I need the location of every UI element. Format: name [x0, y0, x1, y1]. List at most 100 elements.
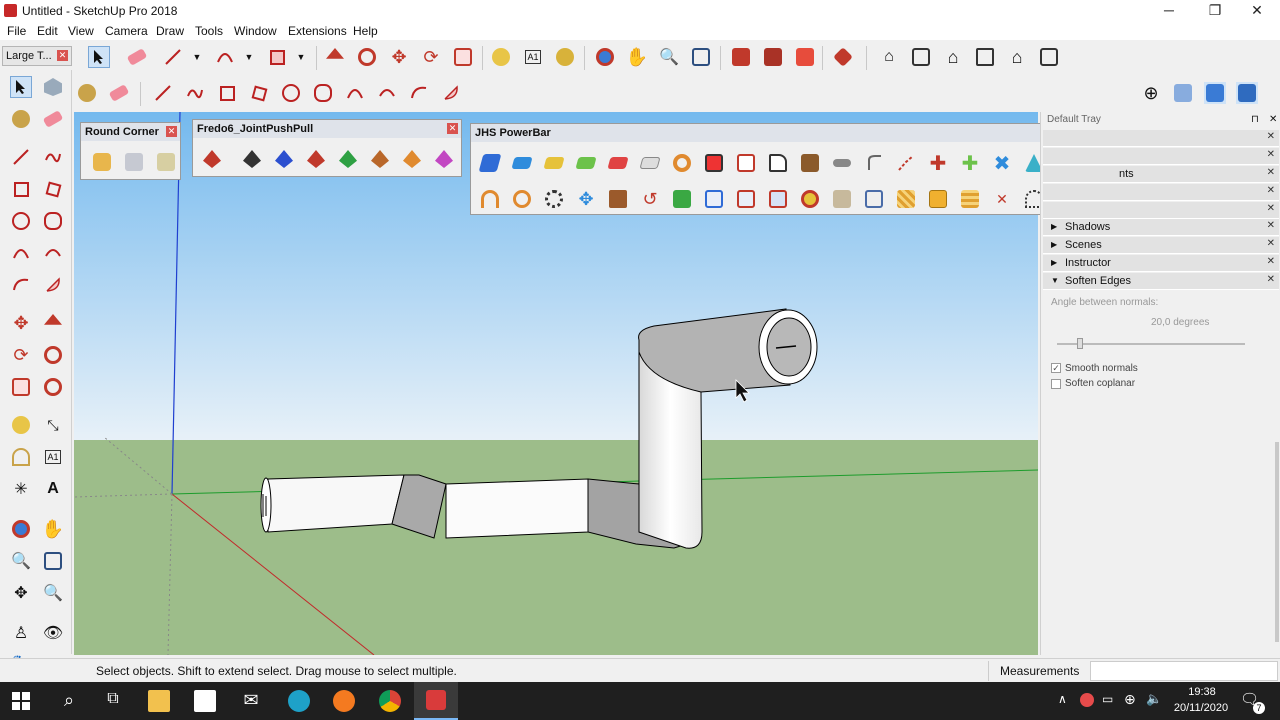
eraser-icon[interactable]	[126, 46, 148, 68]
extrude-push-pull-icon[interactable]	[369, 148, 391, 170]
eraser-icon[interactable]	[108, 82, 130, 104]
position-camera-icon[interactable]: ♙	[10, 622, 32, 644]
jhs-powerbar-header[interactable]: JHS PowerBar ✕	[471, 124, 1113, 142]
face-push-pull-icon[interactable]	[433, 148, 455, 170]
chrome-icon[interactable]	[379, 690, 401, 712]
rotate-icon[interactable]: ⟳	[420, 46, 442, 68]
menu-draw[interactable]: Draw	[156, 24, 184, 38]
select-tool-icon[interactable]	[88, 46, 110, 68]
rotated-rectangle-icon[interactable]	[248, 82, 270, 104]
orbit-icon[interactable]	[10, 518, 32, 540]
powerbar-tool-icon[interactable]: ✖	[991, 152, 1013, 175]
powerbar-tool-icon[interactable]: ✥	[575, 188, 597, 210]
3d-text-icon[interactable]: A	[42, 478, 64, 500]
text-tool-icon[interactable]: A1	[42, 446, 64, 468]
front-view-icon[interactable]: ⌂	[942, 46, 964, 68]
look-around-icon[interactable]: 👁	[42, 622, 64, 644]
select-tool-icon[interactable]	[10, 76, 32, 98]
zoom-icon[interactable]: 🔍	[10, 550, 32, 572]
shaded-icon[interactable]	[1204, 82, 1226, 104]
rectangle-tool-icon[interactable]	[266, 46, 288, 68]
minimize-button[interactable]: ─	[1146, 0, 1192, 22]
circle-tool-icon[interactable]	[10, 210, 32, 232]
tray-panel-instructor[interactable]: ▶ Instructor ✕	[1043, 255, 1279, 272]
clock-date[interactable]: 20/11/2020	[1168, 702, 1234, 714]
red-push-pull-icon[interactable]	[305, 148, 327, 170]
push-pull-icon[interactable]	[42, 312, 64, 334]
windows-start-icon[interactable]	[12, 692, 30, 710]
iso-view-icon[interactable]: ⌂	[878, 46, 900, 68]
powerbar-tool-icon[interactable]	[575, 152, 597, 174]
rectangle-tool-icon[interactable]	[216, 82, 238, 104]
menu-help[interactable]: Help	[353, 24, 378, 38]
axes-icon[interactable]: ✳	[10, 478, 32, 500]
powerbar-tool-icon[interactable]	[831, 188, 853, 210]
large-tool-set-close-icon[interactable]: ✕	[57, 50, 68, 61]
line-tool-icon[interactable]	[10, 146, 32, 168]
shaded-textures-icon[interactable]	[1236, 82, 1258, 104]
ruby-icon[interactable]	[832, 46, 854, 68]
menu-view[interactable]: View	[68, 24, 94, 38]
polygon-tool-icon[interactable]	[42, 210, 64, 232]
powerbar-tool-icon[interactable]	[895, 152, 917, 174]
move-icon[interactable]: ✥	[10, 312, 32, 334]
powerbar-tool-icon[interactable]	[767, 188, 789, 210]
show-hidden-icons[interactable]: ∧	[1058, 692, 1067, 706]
menu-camera[interactable]: Camera	[105, 24, 148, 38]
powerbar-tool-icon[interactable]	[543, 152, 565, 174]
network-icon[interactable]: ⊕	[1124, 691, 1136, 708]
zoom-window-icon[interactable]	[42, 550, 64, 572]
text-tool-icon[interactable]: A1	[522, 46, 544, 68]
move-icon[interactable]: ✥	[388, 46, 410, 68]
rotate-icon[interactable]: ⟳	[10, 344, 32, 366]
rotated-rectangle-icon[interactable]	[42, 178, 64, 200]
tray-close-icon[interactable]: ✕	[1269, 114, 1277, 125]
zoom-icon[interactable]: 🔍	[658, 46, 680, 68]
three-point-arc-icon[interactable]	[10, 274, 32, 296]
powerbar-tool-icon[interactable]	[735, 152, 757, 174]
make-component-icon[interactable]	[42, 76, 64, 98]
smooth-normals-checkbox[interactable]: ✓	[1051, 363, 1061, 373]
arc-tool-icon[interactable]	[214, 46, 236, 68]
rectangle-dropdown-icon[interactable]: ▼	[290, 46, 312, 68]
tray-scrollbar[interactable]	[1275, 442, 1279, 642]
paint-bucket-icon[interactable]	[10, 108, 32, 130]
layout-icon[interactable]	[794, 46, 816, 68]
offset-icon[interactable]	[452, 46, 474, 68]
pan-icon[interactable]: ✋	[626, 46, 648, 68]
round-corner-close-icon[interactable]: ✕	[166, 126, 177, 137]
tray-panel-collapsed[interactable]: ✕	[1043, 184, 1279, 201]
powerbar-tool-icon[interactable]: ✕	[991, 188, 1013, 210]
powerbar-tool-icon[interactable]	[703, 188, 725, 210]
tray-app-icon[interactable]	[1080, 693, 1094, 707]
joint-push-pull-icon[interactable]	[201, 148, 223, 170]
zoom-extents-icon[interactable]	[690, 46, 712, 68]
tray-pin-icon[interactable]: ⊓	[1251, 114, 1259, 125]
pie-tool-icon[interactable]	[42, 274, 64, 296]
freehand-icon[interactable]	[184, 82, 206, 104]
xray-icon[interactable]	[1172, 82, 1194, 104]
menu-extensions[interactable]: Extensions	[288, 24, 347, 38]
protractor-icon[interactable]	[10, 446, 32, 468]
right-view-icon[interactable]	[974, 46, 996, 68]
line-dropdown-icon[interactable]: ▼	[186, 46, 208, 68]
orbit-icon[interactable]	[594, 46, 616, 68]
three-point-arc-icon[interactable]	[408, 82, 430, 104]
vector-push-pull-icon[interactable]	[241, 148, 263, 170]
powerbar-tool-icon[interactable]	[895, 188, 917, 210]
menu-edit[interactable]: Edit	[37, 24, 58, 38]
axes-icon[interactable]: ⊕	[1140, 82, 1162, 104]
close-button[interactable]: ✕	[1234, 0, 1280, 22]
tray-panel-collapsed[interactable]: ✕	[1043, 130, 1279, 147]
firefox-icon[interactable]	[333, 690, 355, 712]
volume-icon[interactable]: 🔈	[1146, 691, 1162, 707]
powerbar-tool-icon[interactable]	[478, 152, 502, 174]
tray-panel-collapsed[interactable]: ✕	[1043, 202, 1279, 219]
menu-file[interactable]: File	[7, 24, 26, 38]
arc-tool-icon[interactable]	[10, 242, 32, 264]
polygon-tool-icon[interactable]	[312, 82, 334, 104]
search-icon[interactable]: ⌕	[58, 690, 80, 712]
two-point-arc-icon[interactable]	[376, 82, 398, 104]
back-view-icon[interactable]: ⌂	[1006, 46, 1028, 68]
circle-tool-icon[interactable]	[280, 82, 302, 104]
